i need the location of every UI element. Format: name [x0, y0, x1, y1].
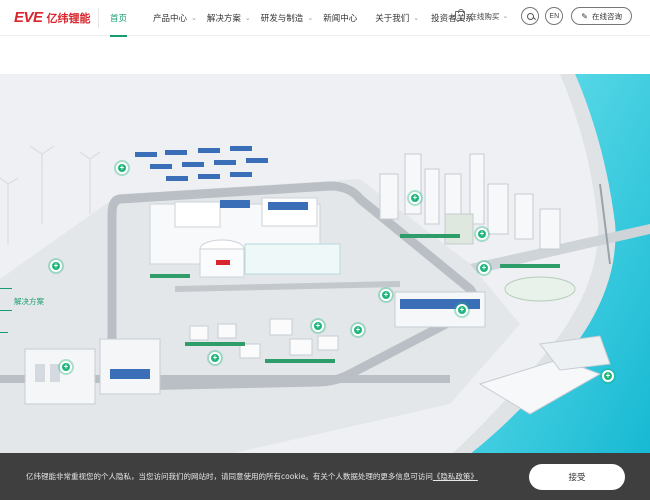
search-icon	[526, 12, 534, 20]
chevron-down-icon: ⌄	[191, 14, 197, 22]
nav-item-products[interactable]: 产品中心 ⌄	[153, 0, 197, 36]
eve-logo[interactable]: EVE 亿纬锂能	[14, 9, 91, 26]
cookie-text: 亿纬锂能非常重视您的个人隐私，当您访问我们的网站时，请同意使用的所有cookie…	[26, 472, 433, 481]
hotspot-storage-plus-icon[interactable]: +	[60, 361, 72, 373]
side-indicator-line	[0, 310, 12, 311]
cookie-consent-bar: 亿纬锂能非常重视您的个人隐私，当您访问我们的网站时，请同意使用的所有cookie…	[0, 453, 650, 500]
consult-label: 在线咨询	[592, 11, 622, 21]
factory-block	[394, 291, 486, 328]
nav-item-about[interactable]: 关于我们 ⌄	[375, 0, 419, 36]
hotspot-home2-plus-icon[interactable]: +	[352, 324, 364, 336]
nav-item-label: 产品中心	[153, 14, 188, 24]
hero-city-illustration: 解决方案 + + + + + + + + + + + +	[0, 74, 650, 454]
shop-label: 在线购买	[469, 11, 500, 21]
chevron-down-icon: ⌄	[413, 14, 420, 22]
hotspot-port-plus-icon[interactable]: +	[602, 370, 614, 382]
side-indicator-line	[0, 332, 8, 333]
hotspot-building-plus-icon[interactable]: +	[476, 228, 488, 240]
hotspot-wind-plus-icon[interactable]: +	[50, 260, 62, 272]
side-indicator-line	[0, 288, 12, 289]
chevron-down-icon: ⌄	[244, 14, 251, 22]
consult-icon: ✎	[581, 11, 588, 21]
nav-item-label: 解决方案	[206, 14, 241, 24]
online-shop-menu[interactable]: 在线购买 ⌄	[455, 9, 509, 22]
search-button[interactable]	[521, 7, 540, 25]
online-consult-button[interactable]: ✎ 在线咨询	[571, 7, 632, 25]
header-actions: 在线购买 ⌄ EN ✎ 在线咨询	[455, 7, 632, 25]
language-label: EN	[549, 12, 560, 20]
chevron-down-icon: ⌄	[502, 12, 509, 20]
hotspot-home-plus-icon[interactable]: +	[312, 320, 324, 332]
city-scene	[0, 74, 650, 454]
nav-item-news[interactable]: 新闻中心	[323, 0, 357, 36]
privacy-policy-link[interactable]: 《隐私政策》	[433, 472, 478, 481]
nav-item-label: 首页	[110, 14, 128, 24]
logo-name: 亿纬锂能	[46, 11, 91, 25]
hotspot-residential-plus-icon[interactable]: +	[209, 352, 221, 364]
park-roundabout	[504, 276, 576, 302]
nav-item-label: 研发与制造	[260, 14, 304, 24]
nav-item-rnd[interactable]: 研发与制造 ⌄	[261, 0, 313, 36]
chevron-down-icon: ⌄	[307, 14, 314, 22]
hotspot-city-plus-icon[interactable]: +	[409, 192, 421, 204]
nav-item-label: 新闻中心	[323, 14, 358, 24]
nav-item-solutions[interactable]: 解决方案 ⌄	[207, 0, 251, 36]
cookie-message: 亿纬锂能非常重视您的个人隐私，当您访问我们的网站时，请同意使用的所有cookie…	[26, 471, 478, 482]
main-nav: 首页 产品中心 ⌄ 解决方案 ⌄ 研发与制造 ⌄ 新闻中心 关于我们 ⌄ 投资者关系	[104, 0, 474, 37]
solutions-side-tag[interactable]: 解决方案	[14, 296, 44, 307]
language-button[interactable]: EN	[545, 7, 564, 25]
nav-item-label: 关于我们	[375, 14, 410, 24]
logo-mark: EVE	[14, 9, 43, 26]
header-divider	[98, 8, 99, 28]
accept-cookies-button[interactable]: 接受	[529, 464, 625, 490]
shopping-bag-icon	[455, 9, 466, 21]
nav-item-home[interactable]: 首页	[110, 0, 128, 37]
hotspot-park-plus-icon[interactable]: +	[456, 304, 468, 316]
site-header: EVE 亿纬锂能 首页 产品中心 ⌄ 解决方案 ⌄ 研发与制造 ⌄ 新闻中心 关于我们…	[0, 0, 650, 37]
hotspot-solar-plus-icon[interactable]: +	[116, 162, 128, 174]
hotspot-factory-plus-icon[interactable]: +	[380, 289, 392, 301]
hotspot-bridge-plus-icon[interactable]: +	[478, 262, 490, 274]
